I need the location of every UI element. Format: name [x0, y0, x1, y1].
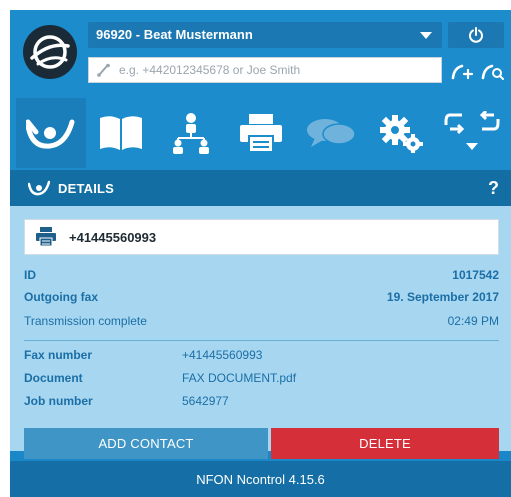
ncontrol-app: 96920 - Beat Mustermann e.g. +4420123456… — [10, 10, 511, 497]
field-value: +41445560993 — [182, 348, 263, 362]
fax-number-header: +41445560993 — [24, 219, 499, 255]
id-label: ID — [24, 268, 36, 282]
field-value: 5642977 — [182, 394, 229, 408]
id-value: 1017542 — [452, 268, 499, 282]
date-value: 19. September 2017 — [386, 290, 499, 304]
tab-fax[interactable] — [16, 98, 86, 168]
org-chart-icon — [173, 113, 209, 154]
user-select[interactable]: 96920 - Beat Mustermann — [88, 22, 442, 48]
search-input[interactable] — [117, 62, 441, 78]
search-field[interactable] — [88, 57, 442, 83]
phone-handset-icon — [97, 63, 110, 77]
printer-icon — [240, 114, 282, 153]
field-value: FAX DOCUMENT.pdf — [182, 371, 297, 385]
chat-icon — [307, 119, 356, 147]
fax-icon — [36, 227, 56, 247]
call-actions — [450, 58, 510, 84]
transfer-icon — [444, 111, 500, 150]
delete-button[interactable]: DELETE — [271, 428, 499, 459]
gear-icon — [380, 115, 423, 153]
user-label: 96920 - Beat Mustermann — [96, 27, 253, 42]
fax-details-panel: +41445560993 ID 1017542 Outgoing fax 19.… — [10, 206, 511, 459]
tab-transfer[interactable] — [436, 98, 508, 168]
add-contact-button[interactable]: ADD CONTACT — [24, 428, 268, 459]
help-button[interactable]: ? — [488, 178, 499, 199]
chevron-down-icon — [420, 32, 432, 39]
add-call-icon[interactable] — [450, 60, 474, 82]
book-icon — [100, 116, 142, 150]
time-value: 02:49 PM — [447, 314, 499, 328]
type-label: Outgoing fax — [24, 290, 98, 304]
post-horn-icon — [26, 119, 75, 149]
footer-version: NFON Ncontrol 4.15.6 — [10, 461, 511, 497]
tab-settings[interactable] — [366, 98, 436, 168]
main-toolbar — [10, 96, 511, 170]
power-button[interactable] — [448, 22, 504, 48]
power-icon — [469, 27, 483, 43]
details-title: DETAILS — [58, 180, 115, 196]
fax-number-display: +41445560993 — [69, 229, 157, 245]
field-label: Fax number — [24, 348, 93, 362]
tab-printer[interactable] — [226, 98, 296, 168]
tab-chat[interactable] — [296, 98, 366, 168]
divider — [24, 340, 499, 341]
post-horn-icon — [28, 180, 50, 196]
tab-contacts[interactable] — [156, 98, 226, 168]
field-label: Document — [24, 371, 83, 385]
field-label: Job number — [24, 394, 93, 408]
details-header: DETAILS ? — [10, 170, 511, 206]
search-call-icon[interactable] — [480, 60, 504, 82]
status-text: Transmission complete — [24, 314, 147, 328]
header: 96920 - Beat Mustermann — [10, 10, 511, 96]
nfon-logo-icon — [22, 24, 78, 80]
tab-phonebook[interactable] — [86, 98, 156, 168]
